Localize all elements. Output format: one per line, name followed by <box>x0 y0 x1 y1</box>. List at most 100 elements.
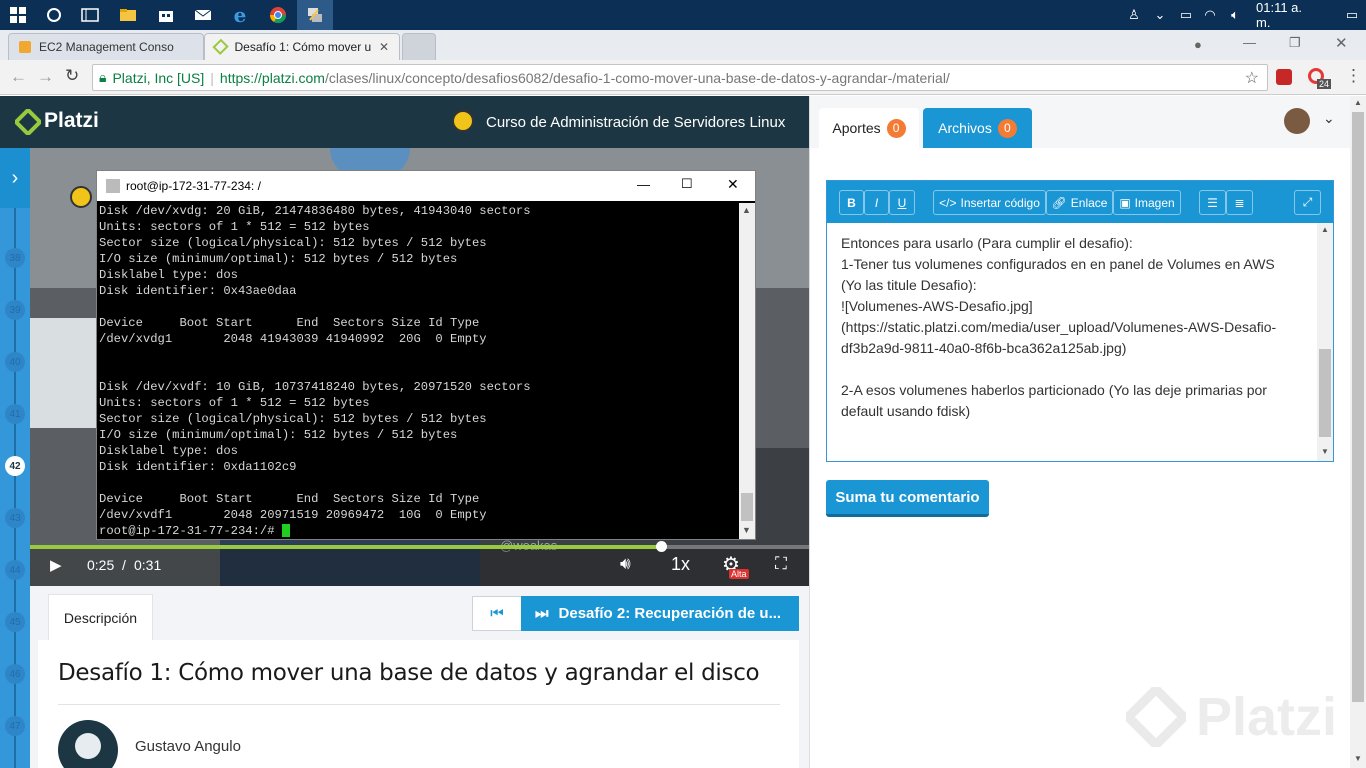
battery-icon[interactable]: ▭ <box>1174 7 1198 23</box>
editor-scroll-down-icon[interactable]: ▼ <box>1321 447 1329 456</box>
progress-knob[interactable] <box>655 541 667 552</box>
bookmark-star-icon[interactable]: ☆ <box>1245 68 1259 88</box>
editor-line: Entonces para usarlo (Para cumplir el de… <box>841 235 1133 251</box>
tab-descripcion[interactable]: Descripción <box>48 594 153 640</box>
expand-editor-icon[interactable]: ⤢ <box>1294 190 1321 215</box>
terminal-close-icon[interactable]: ✕ <box>727 176 739 193</box>
tab-ec2[interactable]: EC2 Management Conso <box>8 33 204 60</box>
clock[interactable]: 01:11 a. m. <box>1256 0 1320 30</box>
bullet-list-icon[interactable]: ☰ <box>1199 190 1226 215</box>
putty-terminal-window[interactable]: root@ip-172-31-77-234: / — ☐ ✕ Disk /dev… <box>96 170 756 540</box>
back-icon[interactable]: ← <box>10 67 27 87</box>
playback-speed[interactable]: 1x <box>671 554 690 575</box>
author-name[interactable]: Gustavo Angulo <box>135 738 241 755</box>
store-icon[interactable] <box>148 0 184 30</box>
tab-aportes-label: Aportes <box>832 120 881 136</box>
profile-icon[interactable]: ● <box>1194 37 1202 52</box>
expand-sidebar-icon[interactable]: › <box>0 148 30 208</box>
editor-scrollbar[interactable]: ▲ ▼ <box>1317 223 1333 461</box>
url-separator: | <box>210 69 214 86</box>
forward-icon[interactable]: → <box>37 67 54 87</box>
people-icon[interactable]: ♙ <box>1122 7 1146 23</box>
editor-line: ![Volumenes-AWS-Desafio.jpg] <box>841 298 1033 314</box>
tab-desafio[interactable]: Desafío 1: Cómo mover u ✕ <box>204 33 400 60</box>
class-number[interactable]: 44 <box>5 560 25 580</box>
reload-icon[interactable]: ↻ <box>65 66 79 86</box>
volume-icon[interactable]: 🔊︎ <box>620 554 631 574</box>
class-number-current[interactable]: 42 <box>5 456 25 476</box>
terminal-scrollbar[interactable]: ▲ ▼ <box>739 203 755 539</box>
wifi-icon[interactable]: ◠ <box>1198 7 1222 23</box>
address-bar[interactable]: 🔒︎ Platzi, Inc [US] | https://platzi.com… <box>92 64 1268 91</box>
insert-code-button[interactable]: </> Insertar código <box>933 190 1046 215</box>
class-number[interactable]: 39 <box>5 300 25 320</box>
italic-button[interactable]: I <box>864 190 889 215</box>
notifications-icon[interactable]: ▭ <box>1340 7 1364 23</box>
chevron-up-icon[interactable]: ⌄ <box>1146 7 1174 23</box>
windows-start-icon[interactable] <box>0 0 36 30</box>
scroll-up-icon[interactable]: ▲ <box>742 205 751 215</box>
class-number[interactable]: 41 <box>5 404 25 424</box>
editor-scroll-up-icon[interactable]: ▲ <box>1321 225 1329 234</box>
volume-icon[interactable]: 🔈︎ <box>1222 7 1248 23</box>
terminal-minimize-icon[interactable]: — <box>637 177 650 192</box>
user-menu-chevron-down-icon[interactable]: ⌄ <box>1323 110 1335 127</box>
submit-comment-button[interactable]: Suma tu comentario <box>826 480 989 517</box>
bold-button[interactable]: B <box>839 190 864 215</box>
terminal-scroll-thumb[interactable] <box>741 493 753 521</box>
image-button[interactable]: ▣ Imagen <box>1113 190 1181 215</box>
author-avatar[interactable] <box>58 720 118 768</box>
task-view-icon[interactable] <box>72 0 108 30</box>
mail-icon[interactable] <box>185 0 221 30</box>
play-icon[interactable]: ▶ <box>50 556 62 574</box>
video-badge-icon <box>70 186 92 208</box>
class-number[interactable]: 38 <box>5 248 25 268</box>
close-tab-icon[interactable]: ✕ <box>379 40 389 54</box>
extension-red-icon[interactable] <box>1276 69 1292 85</box>
page-scroll-up-icon[interactable]: ▲ <box>1354 98 1362 107</box>
tab-archivos[interactable]: Archivos 0 <box>923 108 1032 148</box>
editor-content[interactable]: Entonces para usarlo (Para cumplir el de… <box>841 233 1301 422</box>
terminal-line: Units: sectors of 1 * 512 = 512 bytes <box>99 220 370 234</box>
underline-button[interactable]: U <box>889 190 915 215</box>
terminal-maximize-icon[interactable]: ☐ <box>681 176 693 192</box>
platzi-logo-text[interactable]: Platzi <box>44 109 99 133</box>
edge-browser-icon[interactable]: e <box>222 0 258 30</box>
chrome-menu-icon[interactable]: ⋮ <box>1345 66 1362 86</box>
putty-icon[interactable] <box>297 0 333 30</box>
numbered-list-icon[interactable]: ≣ <box>1226 190 1253 215</box>
page-scrollbar[interactable]: ▲ ▼ <box>1350 96 1366 768</box>
class-number[interactable]: 40 <box>5 352 25 372</box>
new-tab-button[interactable] <box>402 33 436 60</box>
class-number[interactable]: 46 <box>5 664 25 684</box>
tab-aportes[interactable]: Aportes 0 <box>819 108 919 148</box>
next-class-button[interactable]: ⏭ Desafío 2: Recuperación de u... <box>521 596 799 631</box>
course-title[interactable]: Curso de Administración de Servidores Li… <box>486 114 785 131</box>
fullscreen-icon[interactable]: ⛶ <box>775 554 787 574</box>
class-number[interactable]: 43 <box>5 508 25 528</box>
chrome-browser-icon[interactable] <box>260 0 296 30</box>
restore-icon[interactable]: ❐ <box>1289 35 1301 51</box>
user-avatar[interactable] <box>1284 108 1310 134</box>
right-tabs: Aportes 0 Archivos 0 ⌄ <box>810 96 1351 148</box>
terminal-output[interactable]: Disk /dev/xvdg: 20 GiB, 21474836480 byte… <box>99 203 737 539</box>
terminal-line: Device Boot Start End Sectors Size Id Ty… <box>99 316 480 330</box>
page-scroll-thumb[interactable] <box>1352 112 1364 702</box>
scroll-down-icon[interactable]: ▼ <box>742 525 751 535</box>
link-button[interactable]: 🔗︎ Enlace <box>1046 190 1113 215</box>
progress-track[interactable] <box>30 541 809 552</box>
platzi-logo-icon[interactable] <box>15 109 41 135</box>
close-window-icon[interactable]: ✕ <box>1335 34 1348 52</box>
page-scroll-down-icon[interactable]: ▼ <box>1354 754 1362 763</box>
minimize-icon[interactable]: — <box>1243 35 1256 50</box>
cortana-search-icon[interactable] <box>36 0 72 30</box>
previous-class-icon[interactable]: ⏮ <box>472 596 522 631</box>
editor-scroll-thumb[interactable] <box>1319 349 1331 437</box>
terminal-titlebar[interactable]: root@ip-172-31-77-234: / — ☐ ✕ <box>97 171 755 201</box>
class-number[interactable]: 47 <box>5 716 25 736</box>
class-number[interactable]: 45 <box>5 612 25 632</box>
file-explorer-icon[interactable] <box>110 0 146 30</box>
description-panel: Desafío 1: Cómo mover una base de datos … <box>38 640 799 768</box>
terminal-line: Disk /dev/xvdf: 10 GiB, 10737418240 byte… <box>99 380 531 394</box>
